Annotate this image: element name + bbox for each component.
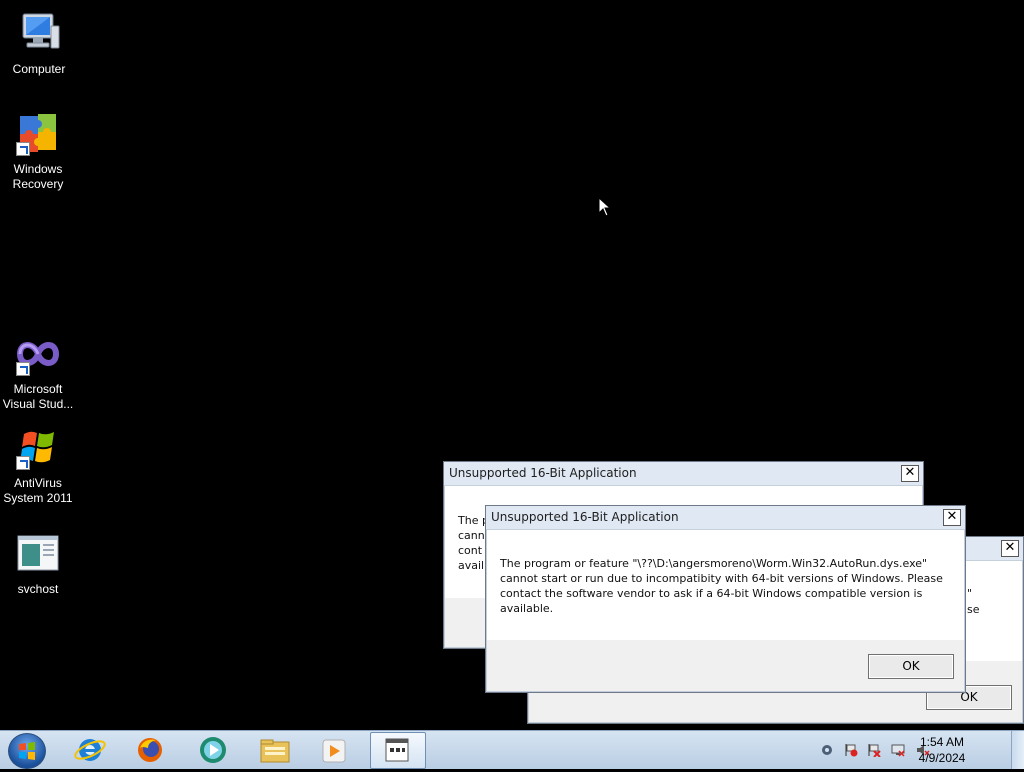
media-player-icon[interactable] bbox=[311, 734, 359, 766]
dialog-title: Unsupported 16-Bit Application bbox=[491, 510, 679, 524]
taskbar-clock[interactable]: 1:54 AM 4/9/2024 bbox=[912, 734, 972, 766]
clock-date: 4/9/2024 bbox=[918, 751, 966, 765]
clock-time: 1:54 AM bbox=[919, 735, 965, 749]
dialog-message: The program or feature "\??\D:\angersmor… bbox=[500, 557, 943, 615]
desktop-icon-label: Microsoft Visual Stud... bbox=[2, 382, 74, 411]
shortcut-arrow-icon bbox=[16, 142, 30, 156]
start-orb-icon[interactable] bbox=[8, 733, 46, 769]
close-button[interactable]: ✕ bbox=[901, 465, 919, 482]
taskbar: 1:54 AM 4/9/2024 bbox=[0, 730, 1024, 769]
window-app-icon bbox=[14, 530, 62, 578]
desktop-icon-antivirus-system[interactable]: AntiVirus System 2011 bbox=[0, 424, 76, 506]
file-explorer-icon[interactable] bbox=[251, 734, 299, 766]
desktop-icon-label: Windows Recovery bbox=[12, 162, 64, 191]
desktop-icon-label: Computer bbox=[12, 62, 66, 76]
dialog-message-fragment: " bbox=[967, 587, 973, 600]
dialog-unsupported-front: Unsupported 16-Bit Application ✕ The pro… bbox=[485, 505, 966, 693]
windows-flag-icon bbox=[14, 424, 62, 472]
puzzle-icon bbox=[14, 110, 62, 158]
desktop-icon-svchost[interactable]: svchost bbox=[0, 530, 76, 597]
desktop-icon-label: AntiVirus System 2011 bbox=[3, 476, 73, 505]
internet-explorer-icon[interactable] bbox=[66, 734, 114, 766]
desktop-icon-computer[interactable]: Computer bbox=[1, 10, 77, 77]
desktop-icon-label: svchost bbox=[17, 582, 59, 596]
desktop-icon-visual-studio[interactable]: Microsoft Visual Stud... bbox=[0, 330, 76, 412]
close-button[interactable]: ✕ bbox=[1001, 540, 1019, 557]
computer-icon bbox=[15, 10, 63, 58]
firefox-icon[interactable] bbox=[126, 734, 174, 766]
shortcut-arrow-icon bbox=[16, 456, 30, 470]
display-icon[interactable] bbox=[891, 742, 905, 757]
visual-studio-icon bbox=[14, 330, 62, 378]
mouse-cursor-icon bbox=[598, 196, 612, 221]
dialog-message-fragment: se bbox=[967, 603, 980, 616]
close-button[interactable]: ✕ bbox=[943, 509, 961, 526]
desktop-icon-windows-recovery[interactable]: Windows Recovery bbox=[0, 110, 76, 192]
media-center-icon[interactable] bbox=[189, 734, 237, 766]
ok-button[interactable]: OK bbox=[868, 654, 954, 679]
show-desktop-button[interactable] bbox=[1011, 731, 1024, 769]
shortcut-arrow-icon bbox=[16, 362, 30, 376]
app-window-icon[interactable] bbox=[370, 732, 426, 769]
action-center-icon[interactable] bbox=[844, 742, 858, 757]
flag-error-icon[interactable] bbox=[867, 742, 881, 758]
dialog-title: Unsupported 16-Bit Application bbox=[449, 466, 637, 480]
network-icon[interactable] bbox=[820, 742, 834, 756]
